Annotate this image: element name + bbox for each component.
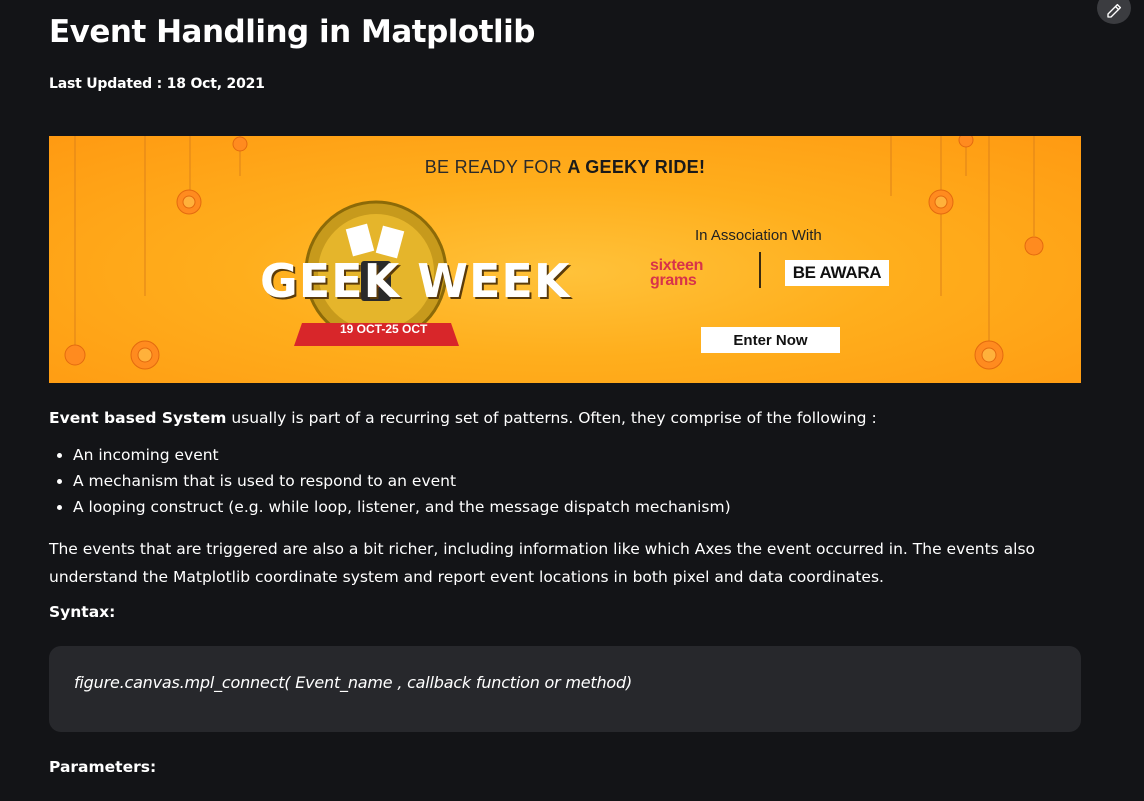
association-text: In Association With	[695, 227, 822, 244]
edit-button[interactable]	[1097, 0, 1131, 24]
event-pattern-list: An incoming event A mechanism that is us…	[49, 442, 1039, 520]
parameters-heading: Parameters:	[49, 758, 157, 776]
page-title: Event Handling in Matplotlib	[49, 14, 535, 50]
article-content: Event based System usually is part of a …	[49, 404, 1039, 626]
code-block[interactable]: figure.canvas.mpl_connect( Event_name , …	[49, 646, 1081, 732]
geek-week-banner[interactable]: BE READY FOR A GEEKY RIDE! GEEK WEEK 19 …	[49, 136, 1081, 383]
sponsor-divider	[759, 252, 761, 288]
description-paragraph: The events that are triggered are also a…	[49, 540, 1036, 586]
list-item: A mechanism that is used to respond to a…	[73, 468, 1039, 494]
list-item: An incoming event	[73, 442, 1039, 468]
last-updated: Last Updated : 18 Oct, 2021	[49, 76, 265, 92]
banner-headline: BE READY FOR A GEEKY RIDE!	[424, 157, 706, 177]
syntax-heading: Syntax:	[49, 603, 116, 621]
sixteen-grams-logo: sixteen grams	[650, 257, 704, 289]
geek-week-dates: 19 OCT-25 OCT	[340, 322, 428, 336]
geek-week-logo: GEEK WEEK	[260, 254, 571, 308]
intro-paragraph: Event based System usually is part of a …	[49, 404, 1039, 432]
syntax-code[interactable]: figure.canvas.mpl_connect( Event_name , …	[74, 673, 632, 692]
be-awara-logo: BE AWARA	[785, 260, 889, 286]
enter-now-button[interactable]: Enter Now	[701, 327, 840, 353]
pencil-icon	[1107, 3, 1122, 18]
intro-text: usually is part of a recurring set of pa…	[226, 409, 877, 427]
list-item: A looping construct (e.g. while loop, li…	[73, 494, 1039, 520]
intro-bold-term: Event based System	[49, 409, 227, 427]
